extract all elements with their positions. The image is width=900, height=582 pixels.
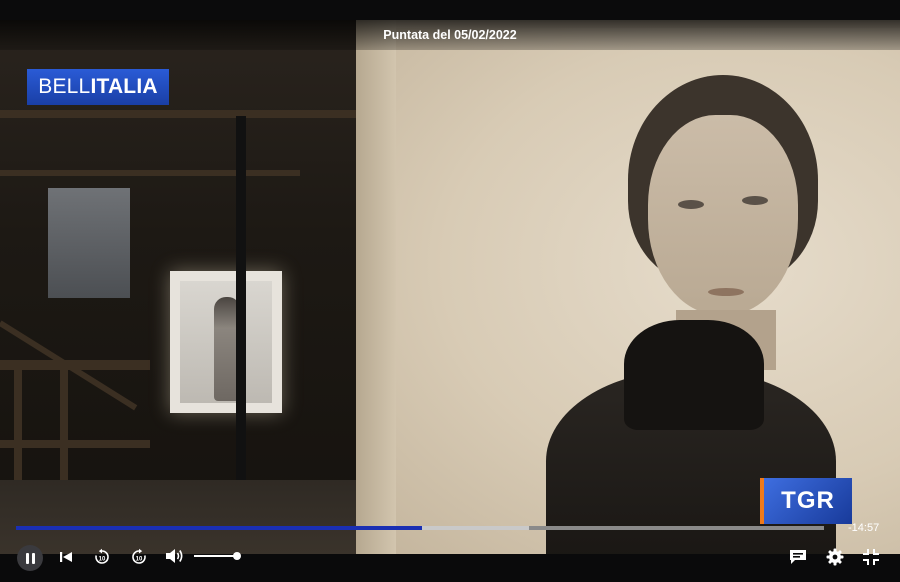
framed-photo xyxy=(170,271,282,413)
portrait-print xyxy=(356,20,900,554)
tgr-logo: TGR xyxy=(760,478,852,524)
volume-slider-handle[interactable] xyxy=(233,552,241,560)
remaining-time: -14:57 xyxy=(848,522,880,534)
skip-previous-icon xyxy=(60,552,72,562)
logo-text-part1: BELL xyxy=(38,75,91,98)
subtitles-icon xyxy=(790,550,806,564)
replay-10-icon: 10 xyxy=(95,548,109,564)
progress-bar[interactable] xyxy=(16,526,824,530)
svg-text:10: 10 xyxy=(99,556,106,562)
logo-text-part2: ITALIA xyxy=(90,75,158,98)
exit-fullscreen-icon xyxy=(863,549,879,565)
rewind-10-button[interactable]: 10 xyxy=(92,547,112,567)
gear-icon xyxy=(826,548,844,566)
volume-button[interactable] xyxy=(165,547,185,565)
subtitles-button[interactable] xyxy=(788,548,808,566)
volume-icon xyxy=(166,549,183,563)
title-bar: Puntata del 05/02/2022 xyxy=(0,20,900,50)
svg-text:10: 10 xyxy=(136,556,143,562)
pause-button[interactable] xyxy=(17,545,43,571)
volume-slider[interactable] xyxy=(194,555,238,557)
played-range xyxy=(16,526,422,530)
video-player[interactable]: Puntata del 05/02/2022 BELL ITALIA TGR -1… xyxy=(0,0,900,582)
bellitalia-logo: BELL ITALIA xyxy=(27,69,169,105)
pause-icon xyxy=(24,552,36,564)
forward-10-button[interactable]: 10 xyxy=(129,547,149,567)
forward-10-icon: 10 xyxy=(132,548,146,564)
fullscreen-button[interactable] xyxy=(861,547,881,567)
episode-title: Puntata del 05/02/2022 xyxy=(383,28,517,42)
settings-button[interactable] xyxy=(825,547,845,567)
previous-button[interactable] xyxy=(57,549,75,565)
